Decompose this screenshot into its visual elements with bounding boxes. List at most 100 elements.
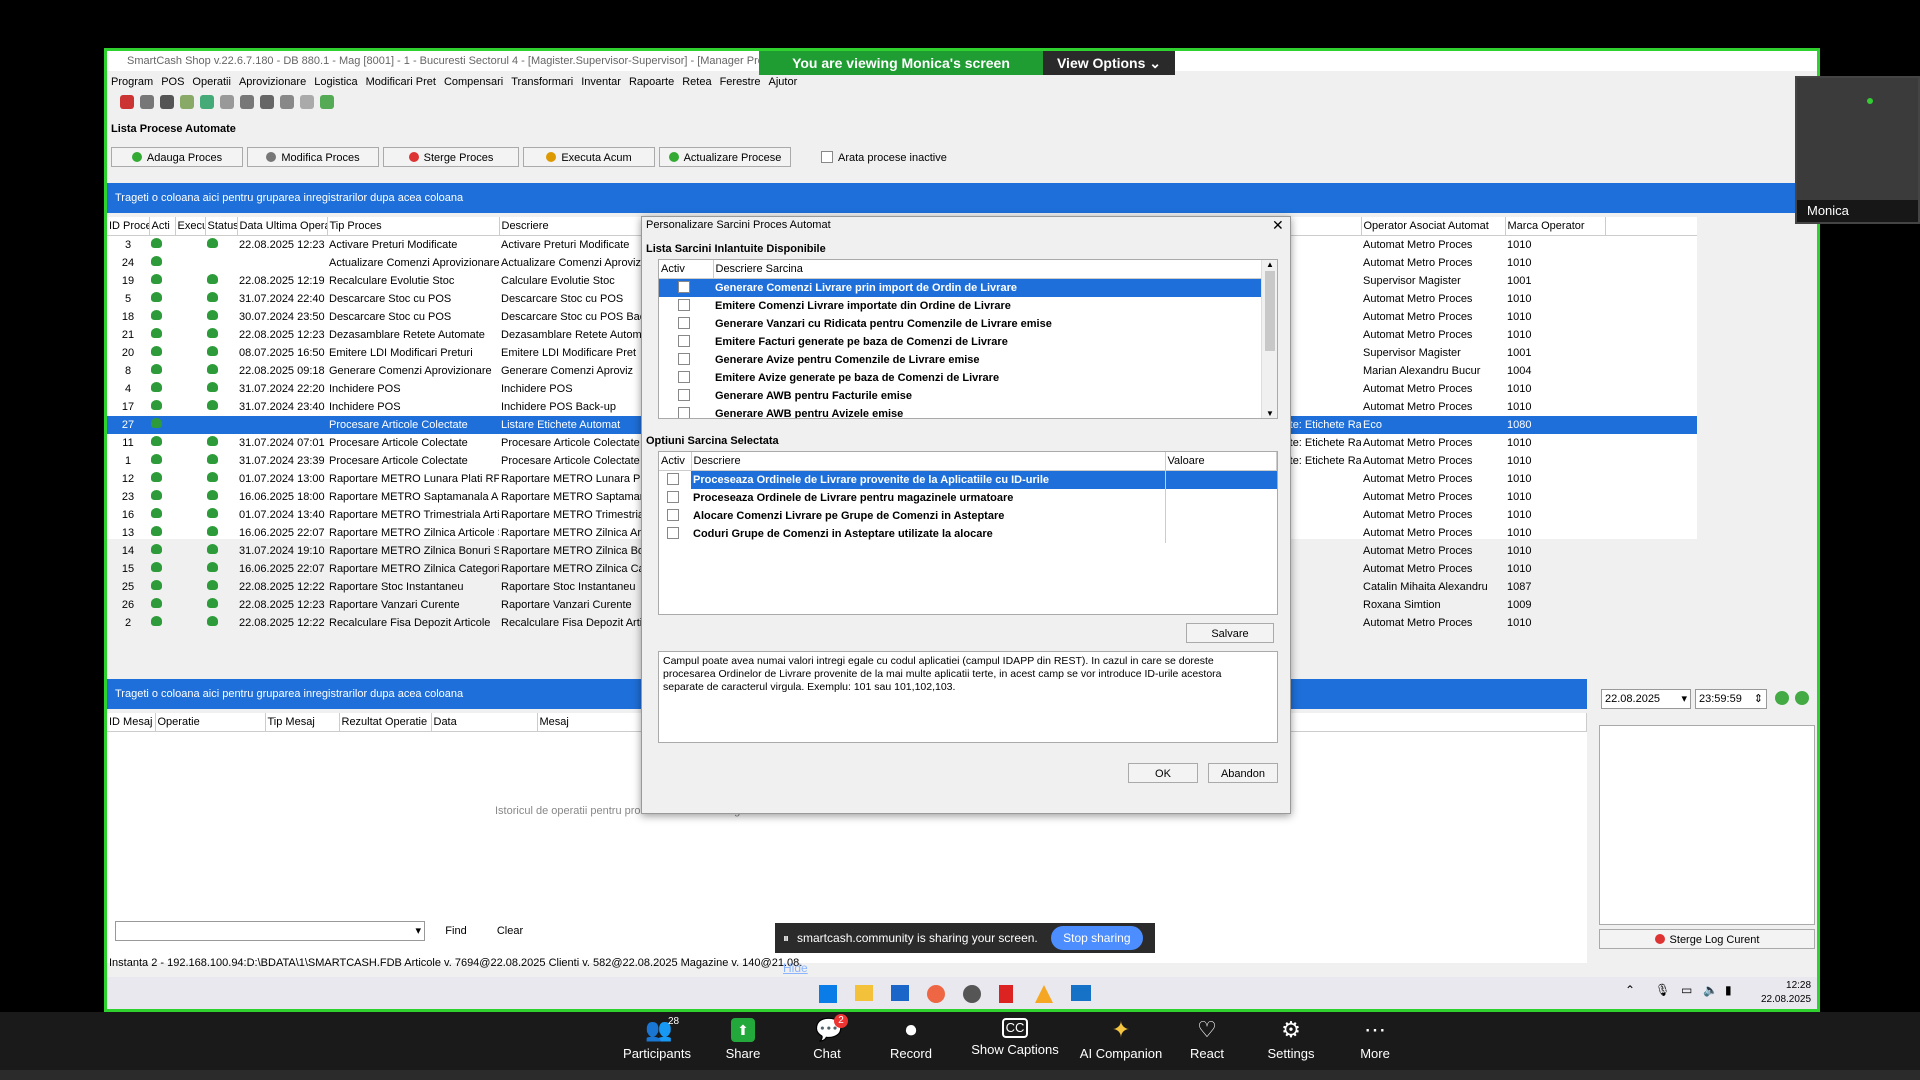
col-marca[interactable]: Marca Operator (1505, 217, 1606, 236)
find-button[interactable]: Find (433, 921, 479, 941)
task-row[interactable]: Generare AWB pentru Avizele emise (659, 405, 1263, 418)
col-exec[interactable]: Execu (175, 217, 206, 236)
option-active-checkbox[interactable] (666, 491, 679, 503)
tasks-col-active[interactable]: Activ (659, 260, 714, 279)
ai-companion-button[interactable]: ✦ AI Companion (1066, 1012, 1176, 1062)
log-col-operation[interactable]: Operatie (155, 713, 266, 732)
option-active-checkbox[interactable] (666, 527, 679, 539)
menu-logistica[interactable]: Logistica (310, 73, 361, 91)
task-active-checkbox[interactable] (677, 335, 690, 347)
microphone-icon[interactable]: 🎙 (1655, 983, 1670, 997)
chat-button[interactable]: 💬 Chat 2 (782, 1012, 872, 1061)
system-clock[interactable]: 12:28 22.08.2025 (1761, 979, 1811, 1007)
show-captions-button[interactable]: CC Show Captions (960, 1012, 1070, 1057)
task-active-checkbox[interactable] (677, 281, 690, 293)
task-row[interactable]: Emitere Avize generate pe baza de Comenz… (659, 369, 1263, 387)
clear-log-button[interactable]: Sterge Log Curent (1599, 929, 1815, 949)
task-active-checkbox[interactable] (677, 353, 690, 365)
menu-program[interactable]: Program (107, 73, 157, 91)
log-col-id[interactable]: ID Mesaj (107, 713, 156, 732)
task-active-checkbox[interactable] (677, 407, 690, 418)
stop-sharing-button[interactable]: Stop sharing (1051, 926, 1143, 950)
task-active-checkbox[interactable] (677, 371, 690, 383)
option-value[interactable] (1164, 525, 1277, 543)
execute-now-button[interactable]: Executa Acum (523, 147, 655, 167)
user-icon[interactable] (160, 95, 174, 109)
find-input[interactable]: ▾ (115, 921, 425, 941)
log-col-type[interactable]: Tip Mesaj (265, 713, 340, 732)
option-row[interactable]: Coduri Grupe de Comenzi in Asteptare uti… (659, 525, 1277, 543)
col-active[interactable]: Acti (149, 217, 176, 236)
task-row[interactable]: Generare Comenzi Livrare prin import de … (659, 278, 1263, 297)
share-button[interactable]: ⬆ Share (698, 1012, 788, 1061)
dropdown-icon[interactable]: ▾ (412, 922, 424, 940)
hide-button[interactable]: Hide (783, 961, 808, 975)
refresh-icon[interactable] (320, 95, 334, 109)
file-explorer-icon[interactable] (855, 985, 873, 1001)
clear-button[interactable]: Clear (487, 921, 533, 941)
apply-filter-icon[interactable] (1795, 691, 1809, 705)
option-active-checkbox[interactable] (666, 509, 679, 521)
pause-icon[interactable]: ⏸ (775, 931, 797, 945)
task-active-checkbox[interactable] (677, 317, 690, 329)
document-icon[interactable] (240, 95, 254, 109)
option-row[interactable]: Alocare Comenzi Livrare pe Grupe de Come… (659, 507, 1277, 525)
menu-ferestre[interactable]: Ferestre (716, 73, 765, 91)
col-id[interactable]: ID Proce (107, 217, 150, 236)
log-col-date[interactable]: Data (431, 713, 538, 732)
task-active-checkbox[interactable] (677, 299, 690, 311)
battery-icon[interactable]: ▮ (1725, 983, 1732, 997)
record-button[interactable]: ⏺ Record (866, 1012, 956, 1062)
checkbox-box[interactable] (821, 151, 833, 163)
spinner-icon[interactable]: ⇕ (1754, 690, 1766, 708)
scroll-up-icon[interactable]: ▲ (1262, 260, 1277, 269)
task-row[interactable]: Generare AWB pentru Facturile emise (659, 387, 1263, 405)
printer-icon[interactable] (220, 95, 234, 109)
option-value[interactable] (1164, 470, 1277, 489)
task-row[interactable]: Generare Vanzari cu Ridicata pentru Come… (659, 315, 1263, 333)
add-process-button[interactable]: Adauga Proces (111, 147, 243, 167)
option-active-checkbox[interactable] (666, 473, 679, 485)
refresh-processes-button[interactable]: Actualizare Procese (659, 147, 791, 167)
menu-transformari[interactable]: Transformari (507, 73, 577, 91)
search-icon[interactable] (260, 95, 274, 109)
menu-modificari-pret[interactable]: Modificari Pret (362, 73, 440, 91)
task-row[interactable]: Generare Avize pentru Comenzile de Livra… (659, 351, 1263, 369)
ok-button[interactable]: OK (1128, 763, 1198, 783)
option-value[interactable] (1164, 489, 1277, 507)
view-options-button[interactable]: View Options ⌄ (1043, 51, 1175, 75)
scale-icon[interactable] (280, 95, 294, 109)
menu-operatii[interactable]: Operatii (188, 73, 235, 91)
option-value[interactable] (1164, 507, 1277, 525)
react-button[interactable]: ♡ React (1162, 1012, 1252, 1062)
pdf-icon[interactable] (999, 985, 1013, 1003)
cart-icon[interactable] (180, 95, 194, 109)
date-input[interactable]: 22.08.2025 ▾ (1601, 689, 1691, 709)
tasks-scrollbar[interactable]: ▲ ▼ (1261, 260, 1277, 418)
show-inactive-checkbox[interactable]: Arata procese inactive (821, 151, 947, 164)
options-col-desc[interactable]: Descriere (691, 452, 1166, 471)
option-row[interactable]: Proceseaza Ordinele de Livrare provenite… (659, 470, 1277, 489)
copy-icon[interactable] (300, 95, 314, 109)
truck-icon[interactable] (200, 95, 214, 109)
remote-desktop-icon[interactable] (1071, 985, 1091, 1001)
close-icon[interactable]: ✕ (1272, 217, 1284, 234)
options-col-active[interactable]: Activ (659, 452, 692, 471)
menu-inventar[interactable]: Inventar (577, 73, 625, 91)
col-status[interactable]: Status (205, 217, 238, 236)
menu-pos[interactable]: POS (157, 73, 188, 91)
tasks-col-desc[interactable]: Descriere Sarcina (713, 260, 1263, 279)
participant-video[interactable]: Monica (1795, 76, 1920, 224)
edit-process-button[interactable]: Modifica Proces (247, 147, 379, 167)
options-col-value[interactable]: Valoare (1165, 452, 1277, 471)
col-operator[interactable]: Operator Asociat Automat (1361, 217, 1506, 236)
participants-button[interactable]: 👥 Participants 28 (612, 1012, 702, 1061)
gear-icon[interactable] (140, 95, 154, 109)
time-input[interactable]: 23:59:59 ⇕ (1695, 689, 1767, 709)
app-icon[interactable] (1035, 985, 1053, 1003)
dropdown-icon[interactable]: ▾ (1681, 690, 1690, 708)
network-icon[interactable]: ▭ (1681, 983, 1692, 997)
windows-start-icon[interactable] (819, 985, 837, 1003)
scroll-down-icon[interactable]: ▼ (1262, 409, 1277, 418)
pos-icon[interactable] (120, 95, 134, 109)
